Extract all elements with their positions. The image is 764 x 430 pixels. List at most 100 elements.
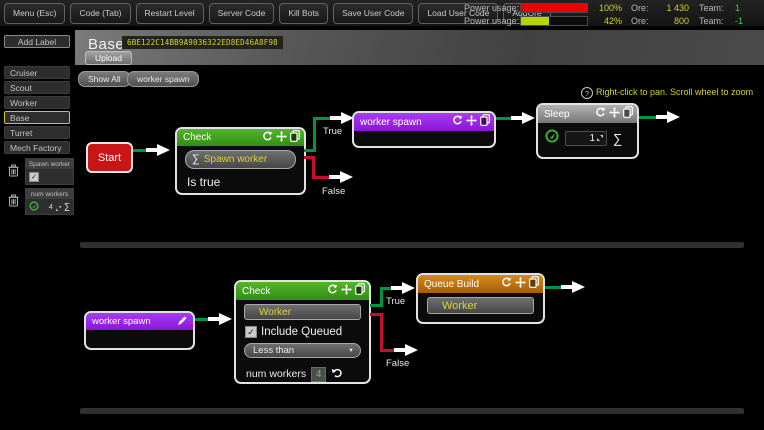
sigma-icon[interactable]: ∑ — [613, 132, 622, 145]
copy-icon[interactable] — [623, 105, 633, 123]
edit-pencil-icon[interactable] — [177, 313, 188, 331]
variable-name: Spawn worker — [26, 159, 73, 169]
team-label-2: Team: — [699, 16, 733, 26]
power-usage-label-2: Power usage: — [464, 16, 520, 26]
sidebar-item-scout[interactable]: Scout — [4, 81, 70, 94]
sleep-node[interactable]: Sleep 1 ∑ — [536, 103, 639, 159]
copy-icon[interactable] — [529, 275, 539, 293]
move-icon[interactable] — [515, 275, 526, 293]
arrow-icon — [146, 142, 170, 158]
kill-bots-button[interactable]: Kill Bots — [279, 3, 328, 24]
copy-icon[interactable] — [480, 113, 490, 131]
code-hash-badge: 6BE122C14BB9A9036322ED8ED46A8F98 — [122, 36, 283, 49]
power-bar-2 — [520, 16, 588, 26]
move-icon[interactable] — [341, 282, 352, 300]
sigma-icon: ∑ — [192, 154, 200, 165]
comparison-dropdown[interactable]: Less than ▼ — [244, 343, 361, 358]
worker-spawn-label-node[interactable]: worker spawn — [84, 311, 195, 350]
node-title: worker spawn — [92, 316, 177, 327]
sidebar: Add Label Cruiser Scout Worker Base Turr… — [0, 28, 75, 430]
restart-level-button[interactable]: Restart Level — [136, 3, 204, 24]
tab-show-all[interactable]: Show All — [78, 71, 131, 87]
copy-icon[interactable] — [355, 282, 365, 300]
power-row-1: Power usage: 100% Ore: 1 430 Team: 1 — [464, 1, 760, 14]
move-icon[interactable] — [276, 129, 287, 147]
comparison-value: Less than — [253, 345, 348, 356]
team-value-1: 1 — [733, 3, 753, 13]
ore-label-1: Ore: — [631, 3, 655, 13]
wire-true-seg — [380, 287, 383, 307]
save-user-code-button[interactable]: Save User Code — [333, 3, 413, 24]
unit-header-band: Base 6BE122C14BB9A9036322ED8ED46A8F98 Up… — [75, 30, 764, 65]
refresh-icon[interactable] — [327, 282, 338, 300]
copy-icon[interactable] — [290, 129, 300, 147]
code-button[interactable]: Code (Tab) — [70, 3, 130, 24]
queue-build-node[interactable]: Queue Build Worker — [416, 273, 545, 324]
node-title: Queue Build — [424, 279, 501, 290]
include-queued-checkbox[interactable]: ✓ — [245, 326, 257, 338]
refresh-icon[interactable] — [452, 113, 463, 131]
trash-icon[interactable] — [8, 194, 19, 212]
menu-button[interactable]: Menu (Esc) — [4, 3, 65, 24]
chevron-down-icon: ▼ — [348, 348, 354, 354]
power-usage-label: Power usage: — [464, 3, 520, 13]
scrub-icon — [597, 133, 603, 144]
sidebar-item-cruiser[interactable]: Cruiser — [4, 66, 70, 79]
ore-value-2: 800 — [655, 16, 689, 26]
tab-worker-spawn[interactable]: worker spawn — [127, 71, 199, 87]
arrow-icon — [656, 109, 680, 125]
arrow-icon — [394, 342, 418, 358]
variable-value[interactable]: 4 — [49, 202, 53, 211]
variable-num-workers: num workers 4 ∑ — [0, 188, 74, 215]
duration-input[interactable]: 1 — [565, 131, 607, 146]
sidebar-item-worker[interactable]: Worker — [4, 96, 70, 109]
count-variable-label[interactable]: num workers — [246, 368, 306, 380]
unit-select-button[interactable]: Worker — [427, 297, 534, 314]
sidebar-item-turret[interactable]: Turret — [4, 126, 70, 139]
sidebar-item-base[interactable]: Base — [4, 111, 70, 124]
server-code-button[interactable]: Server Code — [209, 3, 275, 24]
start-node[interactable]: Start — [86, 142, 133, 173]
ore-label-2: Ore: — [631, 16, 655, 26]
duration-value: 1 — [589, 133, 595, 144]
graph-bottom-scrollbar[interactable] — [80, 408, 744, 414]
power-row-2: Power usage: 42% Ore: 800 Team: -1 — [464, 14, 760, 27]
count-value-box[interactable]: 4 — [311, 367, 326, 382]
sidebar-item-mech-factory[interactable]: Mech Factory — [4, 141, 70, 154]
scrub-icon — [56, 198, 61, 216]
trash-icon[interactable] — [8, 164, 19, 182]
move-icon[interactable] — [466, 113, 477, 131]
question-icon: ? — [581, 87, 593, 99]
move-icon[interactable] — [609, 105, 620, 123]
arrow-icon — [329, 169, 353, 185]
variable-checkbox[interactable]: ✓ — [29, 172, 39, 182]
add-label-button[interactable]: Add Label — [4, 35, 70, 48]
arrow-icon — [561, 279, 585, 295]
graph-top-scrollbar[interactable] — [80, 242, 744, 248]
refresh-icon[interactable] — [262, 129, 273, 147]
condition-text[interactable]: Is true — [187, 175, 304, 189]
arrow-icon — [208, 311, 232, 327]
false-branch-label: False — [386, 358, 409, 369]
node-title: Sleep — [544, 109, 595, 120]
unit-select-button[interactable]: Worker — [244, 304, 361, 320]
check-node-top[interactable]: Check ∑ Spawn worker Is true — [175, 127, 306, 195]
refresh-icon[interactable] — [501, 275, 512, 293]
include-queued-label: Include Queued — [261, 326, 342, 338]
game-screen: Menu (Esc) Code (Tab) Restart Level Serv… — [0, 0, 764, 430]
signal-name: Spawn worker — [204, 154, 267, 165]
power-percent-2: 42% — [588, 16, 622, 26]
status-panel: Power usage: 100% Ore: 1 430 Team: 1 Pow… — [464, 1, 760, 27]
signal-select-button[interactable]: ∑ Spawn worker — [185, 150, 296, 169]
worker-spawn-node[interactable]: worker spawn — [352, 111, 496, 148]
wire-false-seg — [315, 176, 330, 179]
undo-icon[interactable] — [331, 365, 343, 383]
upload-button[interactable]: Upload — [85, 51, 132, 65]
pan-zoom-hint: Right-click to pan. Scroll wheel to zoom — [596, 87, 753, 97]
power-percent-1: 100% — [588, 3, 622, 13]
refresh-icon[interactable] — [595, 105, 606, 123]
check-node-bottom[interactable]: Check Worker ✓ Include Queued Less than … — [234, 280, 371, 384]
wire-false-seg — [380, 313, 383, 352]
arrow-icon — [330, 110, 354, 126]
wire-true-seg — [313, 117, 316, 152]
